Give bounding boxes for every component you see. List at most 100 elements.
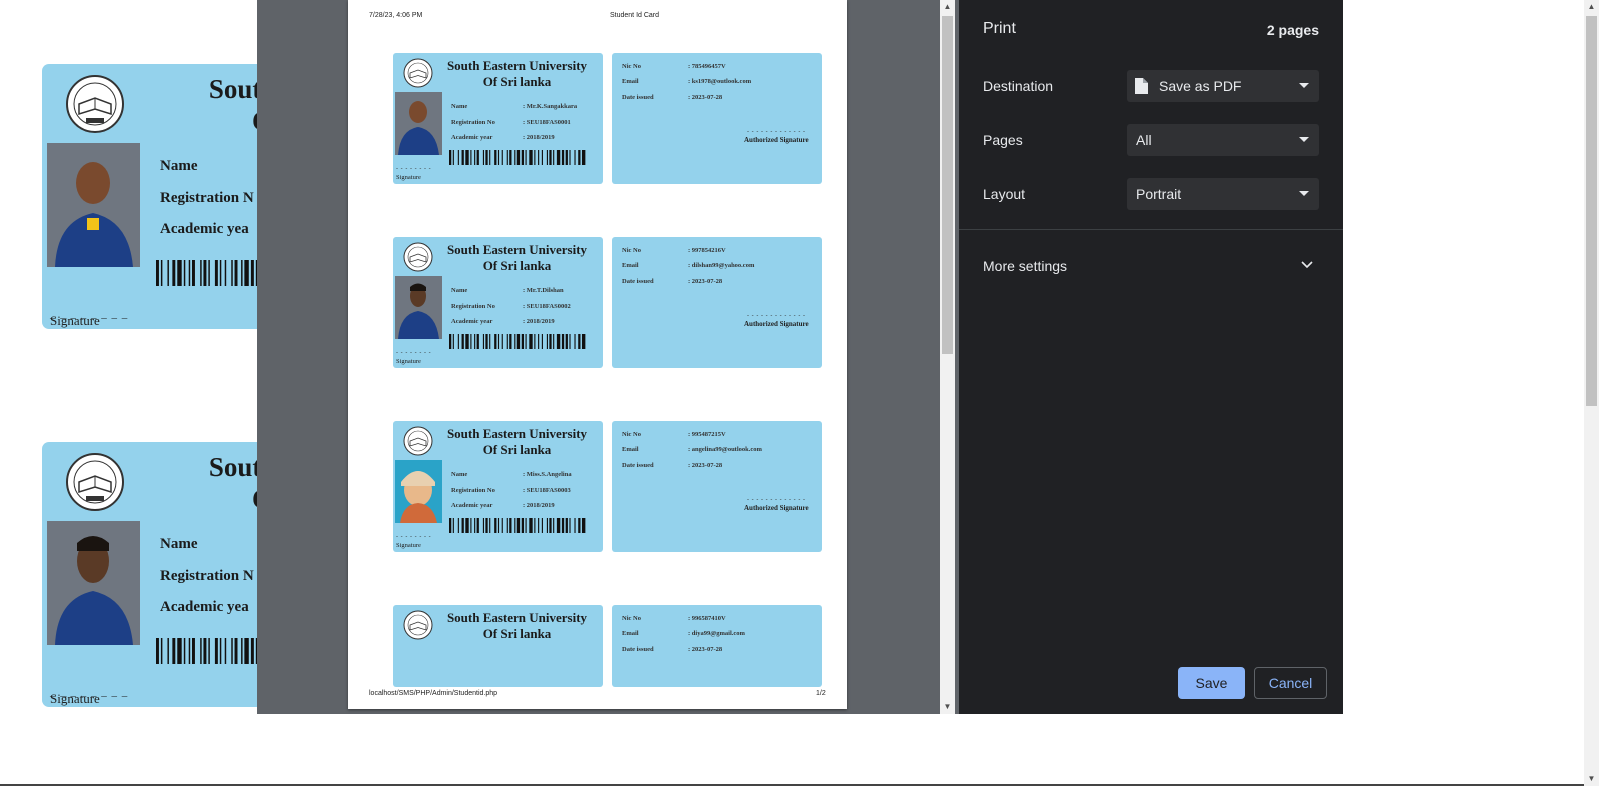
university-name: South Eastern University Of Sri lanka (446, 58, 588, 89)
name-row: Name: Mr.K.Sangakkara (451, 103, 578, 110)
university-name: South Eastern University Of Sri lanka (446, 242, 588, 273)
signature-label: Signature (396, 174, 421, 181)
chevron-down-icon[interactable] (1301, 261, 1313, 269)
registration-label: Registration N (160, 568, 254, 584)
email-row: Email: angelina99@outlook.com (622, 446, 762, 453)
university-crest-icon (403, 242, 433, 272)
signature-label: Signature (50, 691, 100, 706)
preview-header-title: Student Id Card (610, 12, 660, 19)
scroll-down-icon[interactable]: ▼ (940, 700, 955, 714)
id-card-back: Nic No: 996587410V Email: diya99@gmail.c… (612, 605, 822, 687)
date-issued-row: Date issued: 2023-07-28 (622, 462, 723, 469)
id-card-back: Nic No: 785496457V Email: ks1978@outlook… (612, 53, 822, 184)
signature-label: Signature (50, 313, 100, 328)
pages-label: Pages (983, 132, 1023, 148)
background-id-card: South EasOf Name Registration N Academic… (42, 442, 282, 707)
authorized-signature-label: Authorized Signature (744, 136, 809, 144)
signature-line: - - - - - - - - (396, 166, 432, 172)
id-card-front: South Eastern University Of Sri lanka Nam… (393, 237, 603, 368)
date-issued-row: Date issued: 2023-07-28 (622, 646, 723, 653)
id-card-front: South Eastern University Of Sri lanka (393, 605, 603, 687)
signature-label: Signature (396, 542, 421, 549)
student-photo (47, 521, 140, 645)
academic-year-label: Academic yea (160, 221, 249, 237)
university-crest-icon (66, 75, 124, 133)
nic-row: Nic No: 995487215V (622, 431, 726, 438)
date-issued-row: Date issued: 2023-07-28 (622, 278, 723, 285)
name-row: Name: Miss.S.Angelina (451, 471, 572, 478)
student-photo (395, 460, 442, 523)
email-row: Email: diya99@gmail.com (622, 630, 745, 637)
authorized-signature-line: - - - - - - - - - - - - - (747, 497, 806, 503)
destination-select[interactable]: Save as PDF (1127, 70, 1319, 102)
registration-row: Registration No: SEU18FAS0001 (451, 119, 571, 126)
date-issued-row: Date issued: 2023-07-28 (622, 94, 723, 101)
destination-value: Save as PDF (1159, 78, 1242, 94)
nic-row: Nic No: 997854216V (622, 247, 726, 254)
nic-row: Nic No: 996587410V (622, 615, 726, 622)
scroll-up-icon[interactable]: ▲ (1584, 0, 1599, 14)
registration-row: Registration No: SEU18FAS0003 (451, 487, 571, 494)
page-count: 2 pages (1266, 22, 1319, 38)
preview-footer-page: 1/2 (816, 690, 826, 697)
page-scrollbar[interactable]: ▲ ▼ (1584, 0, 1599, 786)
print-preview-area[interactable]: 7/28/23, 4:06 PM Student Id Card South E… (257, 0, 959, 714)
document-icon (1135, 78, 1148, 94)
id-card-back: Nic No: 995487215V Email: angelina99@out… (612, 421, 822, 552)
id-card-front: South Eastern University Of Sri lanka Nam… (393, 53, 603, 184)
barcode (449, 518, 586, 533)
browser-page: South EasOf Name Registration N Academic… (0, 0, 1599, 786)
name-label: Name (160, 158, 198, 174)
dropdown-caret-icon (1299, 137, 1309, 142)
authorized-signature-line: - - - - - - - - - - - - - (747, 313, 806, 319)
university-crest-icon (403, 426, 433, 456)
university-crest-icon (66, 453, 124, 511)
student-photo (395, 276, 442, 339)
registration-label: Registration N (160, 190, 254, 206)
more-settings-toggle[interactable]: More settings (983, 258, 1067, 274)
destination-label: Destination (983, 78, 1054, 94)
signature-line: - - - - - - - - (396, 350, 432, 356)
preview-page: 7/28/23, 4:06 PM Student Id Card South E… (348, 0, 847, 709)
layout-label: Layout (983, 186, 1026, 202)
page-scrollbar-thumb[interactable] (1586, 16, 1597, 406)
authorized-signature-label: Authorized Signature (744, 504, 809, 512)
signature-line: - - - - - - - - (396, 534, 432, 540)
academic-year-row: Academic year: 2018/2019 (451, 502, 555, 509)
scroll-up-icon[interactable]: ▲ (940, 0, 955, 14)
name-label: Name (160, 536, 198, 552)
dropdown-caret-icon (1299, 83, 1309, 88)
scroll-down-icon[interactable]: ▼ (1584, 772, 1599, 786)
print-dialog-title: Print (983, 20, 1016, 37)
print-settings-panel: Print 2 pages Destination Save as PDF Pa… (959, 0, 1343, 714)
preview-header-date: 7/28/23, 4:06 PM (369, 12, 423, 19)
layout-value: Portrait (1136, 186, 1182, 202)
academic-year-row: Academic year: 2018/2019 (451, 134, 555, 141)
barcode (449, 150, 586, 165)
nic-row: Nic No: 785496457V (622, 63, 726, 70)
registration-row: Registration No: SEU18FAS0002 (451, 303, 571, 310)
email-row: Email: dilshan99@yahoo.com (622, 262, 755, 269)
barcode (449, 334, 586, 349)
academic-year-label: Academic yea (160, 599, 249, 615)
preview-scrollbar-thumb[interactable] (942, 16, 953, 354)
university-crest-icon (403, 58, 433, 88)
student-photo (47, 143, 140, 267)
email-row: Email: ks1978@outlook.com (622, 78, 752, 85)
cancel-button[interactable]: Cancel (1254, 667, 1327, 699)
academic-year-row: Academic year: 2018/2019 (451, 318, 555, 325)
settings-divider (959, 229, 1343, 230)
preview-scrollbar[interactable]: ▲ ▼ (940, 0, 955, 714)
layout-select[interactable]: Portrait (1127, 178, 1319, 210)
preview-footer-url: localhost/SMS/PHP/Admin/Studentid.php (369, 690, 498, 697)
authorized-signature-label: Authorized Signature (744, 320, 809, 328)
pages-select[interactable]: All (1127, 124, 1319, 156)
signature-label: Signature (396, 358, 421, 365)
authorized-signature-line: - - - - - - - - - - - - - (747, 129, 806, 135)
university-crest-icon (403, 610, 433, 640)
save-button[interactable]: Save (1178, 667, 1245, 699)
student-photo (395, 92, 442, 155)
dropdown-caret-icon (1299, 191, 1309, 196)
pages-value: All (1136, 132, 1152, 148)
name-row: Name: Mr.T.Dilshan (451, 287, 564, 294)
